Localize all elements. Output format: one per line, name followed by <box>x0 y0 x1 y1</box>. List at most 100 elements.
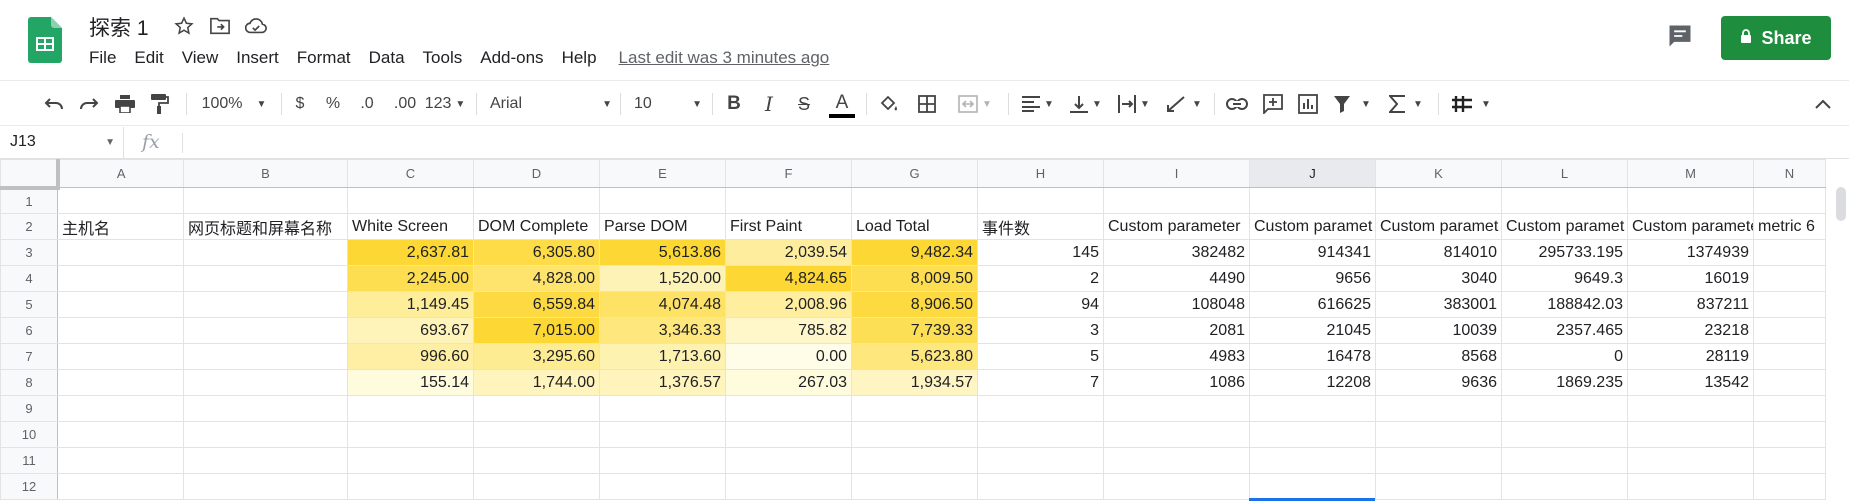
cell-e3[interactable]: 5,613.86 <box>599 239 726 266</box>
cell-l12[interactable] <box>1501 473 1628 500</box>
cell-h12[interactable] <box>977 473 1104 500</box>
cell-h9[interactable] <box>977 395 1104 422</box>
row-header[interactable]: 2 <box>0 213 58 240</box>
menu-insert[interactable]: Insert <box>236 48 279 68</box>
row-header[interactable]: 1 <box>0 187 58 214</box>
cell-d6[interactable]: 7,015.00 <box>473 317 600 344</box>
column-header-m[interactable]: M <box>1627 159 1754 188</box>
column-header-h[interactable]: H <box>977 159 1104 188</box>
cell-i9[interactable] <box>1103 395 1250 422</box>
collapse-toolbar-icon[interactable] <box>1810 81 1836 127</box>
cell-i12[interactable] <box>1103 473 1250 500</box>
cell-l6[interactable]: 2357.465 <box>1501 317 1628 344</box>
input-tools-icon[interactable]: ▼ <box>1448 81 1494 127</box>
redo-icon[interactable] <box>77 81 101 127</box>
cell-j4[interactable]: 9656 <box>1249 265 1376 292</box>
cell-f11[interactable] <box>725 447 852 474</box>
cell-e2[interactable]: Parse DOM <box>599 213 726 240</box>
insert-chart-icon[interactable] <box>1295 81 1321 127</box>
cell-g2[interactable]: Load Total <box>851 213 978 240</box>
cell-m11[interactable] <box>1627 447 1754 474</box>
cell-d12[interactable] <box>473 473 600 500</box>
cell-l5[interactable]: 188842.03 <box>1501 291 1628 318</box>
paint-format-icon[interactable] <box>148 81 172 127</box>
cell-j8[interactable]: 12208 <box>1249 369 1376 396</box>
cell-m9[interactable] <box>1627 395 1754 422</box>
cell-h3[interactable]: 145 <box>977 239 1104 266</box>
menu-help[interactable]: Help <box>562 48 597 68</box>
cell-c5[interactable]: 1,149.45 <box>347 291 474 318</box>
cell-d7[interactable]: 3,295.60 <box>473 343 600 370</box>
cell-f1[interactable] <box>725 187 852 214</box>
cell-a4[interactable] <box>57 265 184 292</box>
column-header-e[interactable]: E <box>599 159 726 188</box>
cell-k8[interactable]: 9636 <box>1375 369 1502 396</box>
cell-n12[interactable] <box>1753 473 1826 500</box>
cell-l8[interactable]: 1869.235 <box>1501 369 1628 396</box>
cell-d5[interactable]: 6,559.84 <box>473 291 600 318</box>
document-title[interactable]: 探索 1 <box>89 12 149 42</box>
cell-a3[interactable] <box>57 239 184 266</box>
cell-n1[interactable] <box>1753 187 1826 214</box>
column-header-i[interactable]: I <box>1103 159 1250 188</box>
cell-k2[interactable]: Custom paramet <box>1375 213 1502 240</box>
cell-k1[interactable] <box>1375 187 1502 214</box>
cell-f9[interactable] <box>725 395 852 422</box>
sheets-logo-icon[interactable] <box>28 17 62 63</box>
cell-g4[interactable]: 8,009.50 <box>851 265 978 292</box>
cell-a2[interactable]: 主机名 <box>57 213 184 240</box>
cell-g6[interactable]: 7,739.33 <box>851 317 978 344</box>
cell-l2[interactable]: Custom paramet <box>1501 213 1628 240</box>
row-header[interactable]: 7 <box>0 343 58 370</box>
cell-a10[interactable] <box>57 421 184 448</box>
menu-format[interactable]: Format <box>297 48 351 68</box>
cell-k6[interactable]: 10039 <box>1375 317 1502 344</box>
cell-c6[interactable]: 693.67 <box>347 317 474 344</box>
font-family-select[interactable]: Arial ▼ <box>490 81 612 127</box>
cell-f12[interactable] <box>725 473 852 500</box>
cell-i6[interactable]: 2081 <box>1103 317 1250 344</box>
menu-edit[interactable]: Edit <box>134 48 163 68</box>
cell-n3[interactable] <box>1753 239 1826 266</box>
cell-j11[interactable] <box>1249 447 1376 474</box>
cell-c8[interactable]: 155.14 <box>347 369 474 396</box>
cell-k4[interactable]: 3040 <box>1375 265 1502 292</box>
cell-k12[interactable] <box>1375 473 1502 500</box>
cell-b11[interactable] <box>183 447 348 474</box>
cell-n9[interactable] <box>1753 395 1826 422</box>
row-header[interactable]: 9 <box>0 395 58 422</box>
cell-g8[interactable]: 1,934.57 <box>851 369 978 396</box>
row-header[interactable]: 4 <box>0 265 58 292</box>
cell-d10[interactable] <box>473 421 600 448</box>
percent-format-button[interactable]: % <box>323 81 343 127</box>
cell-b12[interactable] <box>183 473 348 500</box>
filter-icon[interactable]: ▼ <box>1330 81 1374 127</box>
last-edit-link[interactable]: Last edit was 3 minutes ago <box>619 48 830 68</box>
cell-h8[interactable]: 7 <box>977 369 1104 396</box>
cell-j5[interactable]: 616625 <box>1249 291 1376 318</box>
cell-b9[interactable] <box>183 395 348 422</box>
currency-format-button[interactable]: $ <box>290 81 310 127</box>
cell-e1[interactable] <box>599 187 726 214</box>
cell-m12[interactable] <box>1627 473 1754 500</box>
cell-g10[interactable] <box>851 421 978 448</box>
text-wrapping-icon[interactable]: ▼ <box>1114 81 1154 127</box>
cell-i5[interactable]: 108048 <box>1103 291 1250 318</box>
strikethrough-button[interactable]: S <box>792 81 816 127</box>
cell-b3[interactable] <box>183 239 348 266</box>
cell-c9[interactable] <box>347 395 474 422</box>
cell-f2[interactable]: First Paint <box>725 213 852 240</box>
cell-h2[interactable]: 事件数 <box>977 213 1104 240</box>
share-button[interactable]: Share <box>1721 16 1831 60</box>
cell-m2[interactable]: Custom parameter <box>1627 213 1754 240</box>
cell-i7[interactable]: 4983 <box>1103 343 1250 370</box>
cell-e6[interactable]: 3,346.33 <box>599 317 726 344</box>
cell-f3[interactable]: 2,039.54 <box>725 239 852 266</box>
vertical-scrollbar[interactable] <box>1836 187 1846 221</box>
cell-j6[interactable]: 21045 <box>1249 317 1376 344</box>
cell-l3[interactable]: 295733.195 <box>1501 239 1628 266</box>
print-icon[interactable] <box>113 81 137 127</box>
row-header[interactable]: 8 <box>0 369 58 396</box>
cell-i2[interactable]: Custom parameter <box>1103 213 1250 240</box>
cell-a7[interactable] <box>57 343 184 370</box>
